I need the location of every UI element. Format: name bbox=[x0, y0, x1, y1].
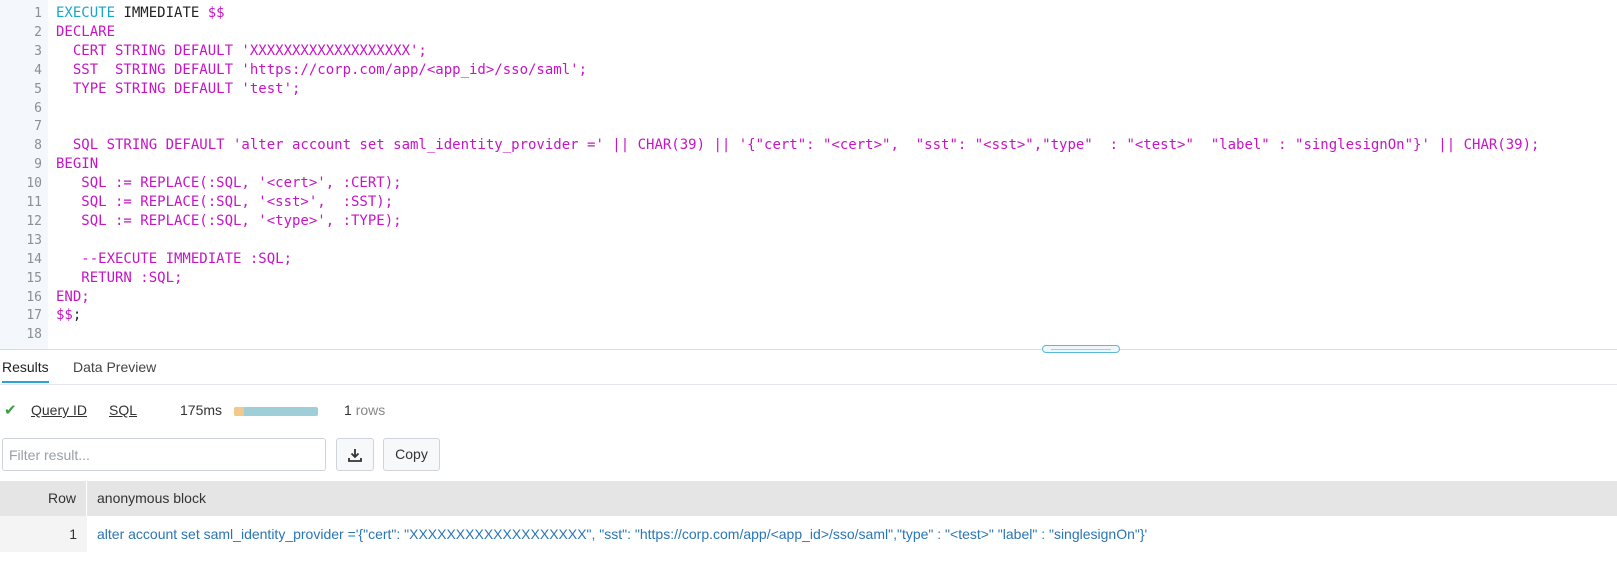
line-number: 16 bbox=[26, 289, 42, 305]
code-token: --EXECUTE IMMEDIATE :SQL; bbox=[56, 250, 293, 267]
success-check-icon: ✔ bbox=[4, 402, 17, 419]
code-text[interactable]: SQL := REPLACE(:SQL, '<cert>', :CERT); bbox=[56, 174, 402, 193]
line-number: 4 bbox=[34, 62, 42, 78]
line-number: 10 bbox=[26, 176, 42, 192]
line-number: 1 bbox=[34, 6, 42, 21]
line-number: 7 bbox=[34, 119, 42, 135]
code-text[interactable]: DECLARE bbox=[56, 23, 115, 42]
download-icon bbox=[348, 449, 362, 463]
code-text[interactable]: SQL := REPLACE(:SQL, '<type>', :TYPE); bbox=[56, 212, 402, 231]
table-header: Row anonymous block bbox=[0, 481, 1617, 516]
line-number: 17 bbox=[26, 308, 42, 324]
download-button[interactable] bbox=[336, 438, 374, 471]
compile-segment bbox=[234, 407, 245, 416]
code-token: SQL := REPLACE(:SQL, '<cert>', :CERT); bbox=[56, 175, 402, 192]
row-count-unit: rows bbox=[355, 402, 386, 418]
code-token: ; bbox=[72, 307, 82, 324]
line-number: 3 bbox=[34, 43, 42, 59]
code-text[interactable]: SQL STRING DEFAULT 'alter account set sa… bbox=[56, 136, 1540, 155]
code-token: END; bbox=[56, 288, 90, 305]
line-number: 6 bbox=[34, 100, 42, 116]
code-token: DECLARE bbox=[56, 23, 116, 40]
tab-data-preview[interactable]: Data Preview bbox=[73, 352, 156, 383]
line-number: 13 bbox=[26, 232, 42, 248]
query-status: ✔ Query ID SQL 175ms 1 rows bbox=[0, 400, 1617, 422]
line-number: 15 bbox=[26, 270, 42, 286]
line-number: 5 bbox=[34, 81, 42, 97]
line-number: 11 bbox=[26, 195, 42, 210]
sql-link[interactable]: SQL bbox=[109, 402, 137, 418]
pane-splitter bbox=[0, 349, 1617, 350]
code-token: $$ bbox=[56, 307, 73, 324]
result-cell[interactable]: alter account set saml_identity_provider… bbox=[97, 516, 1147, 552]
code-token: $$ bbox=[207, 5, 225, 21]
row-count-number: 1 bbox=[344, 402, 352, 418]
copy-button[interactable]: Copy bbox=[383, 438, 440, 471]
code-text[interactable]: EXECUTE IMMEDIATE $$ bbox=[56, 4, 225, 23]
tab-results[interactable]: Results bbox=[2, 352, 49, 383]
line-number: 8 bbox=[34, 138, 42, 154]
code-token: SQL := REPLACE(:SQL, '<sst>', :SST); bbox=[56, 194, 394, 210]
code-text[interactable]: BEGIN bbox=[56, 155, 98, 174]
query-id-link[interactable]: Query ID bbox=[31, 402, 87, 418]
code-text[interactable]: SST STRING DEFAULT 'https://corp.com/app… bbox=[56, 61, 587, 80]
line-number: 12 bbox=[26, 213, 42, 229]
result-tabs: Results Data Preview bbox=[0, 352, 1617, 385]
header-anonymous-block[interactable]: anonymous block bbox=[97, 481, 206, 516]
code-text[interactable]: CERT STRING DEFAULT 'XXXXXXXXXXXXXXXXXXX… bbox=[56, 42, 427, 61]
table-row[interactable]: 1 alter account set saml_identity_provid… bbox=[0, 516, 1617, 552]
code-text[interactable]: SQL := REPLACE(:SQL, '<sst>', :SST); bbox=[56, 193, 393, 212]
code-token: BEGIN bbox=[56, 156, 99, 173]
header-row[interactable]: Row bbox=[0, 481, 87, 516]
code-text[interactable]: TYPE STRING DEFAULT 'test'; bbox=[56, 80, 301, 99]
code-token: CERT STRING DEFAULT 'XXXXXXXXXXXXXXXXXXX… bbox=[56, 42, 427, 59]
code-text[interactable]: --EXECUTE IMMEDIATE :SQL; bbox=[56, 250, 292, 269]
code-token: SQL STRING DEFAULT 'alter account set sa… bbox=[56, 137, 1540, 154]
line-number: 9 bbox=[34, 157, 42, 173]
code-token: EXECUTE bbox=[56, 5, 116, 21]
line-number: 18 bbox=[26, 327, 42, 343]
code-text[interactable]: RETURN :SQL; bbox=[56, 269, 182, 288]
code-text[interactable]: END; bbox=[56, 288, 90, 307]
code-token: TYPE STRING DEFAULT 'test'; bbox=[56, 80, 301, 97]
line-number: 14 bbox=[26, 251, 42, 267]
code-token: SST STRING DEFAULT 'https://corp.com/app… bbox=[56, 61, 588, 78]
code-token: SQL := REPLACE(:SQL, '<type>', :TYPE); bbox=[56, 212, 402, 229]
code-token: RETURN :SQL; bbox=[56, 269, 183, 286]
code-token: IMMEDIATE bbox=[115, 5, 208, 21]
code-text[interactable]: $$; bbox=[56, 306, 81, 325]
sql-editor[interactable]: 1 EXECUTE IMMEDIATE $$ 2 DECLARE 3 CERT STRI… bbox=[0, 0, 1617, 350]
query-duration: 175ms bbox=[180, 402, 223, 418]
filter-result-input[interactable] bbox=[2, 438, 326, 471]
row-number: 1 bbox=[0, 516, 87, 552]
row-count: 1 rows bbox=[344, 402, 385, 418]
line-number: 2 bbox=[34, 24, 42, 40]
query-timing-bar bbox=[234, 407, 318, 416]
